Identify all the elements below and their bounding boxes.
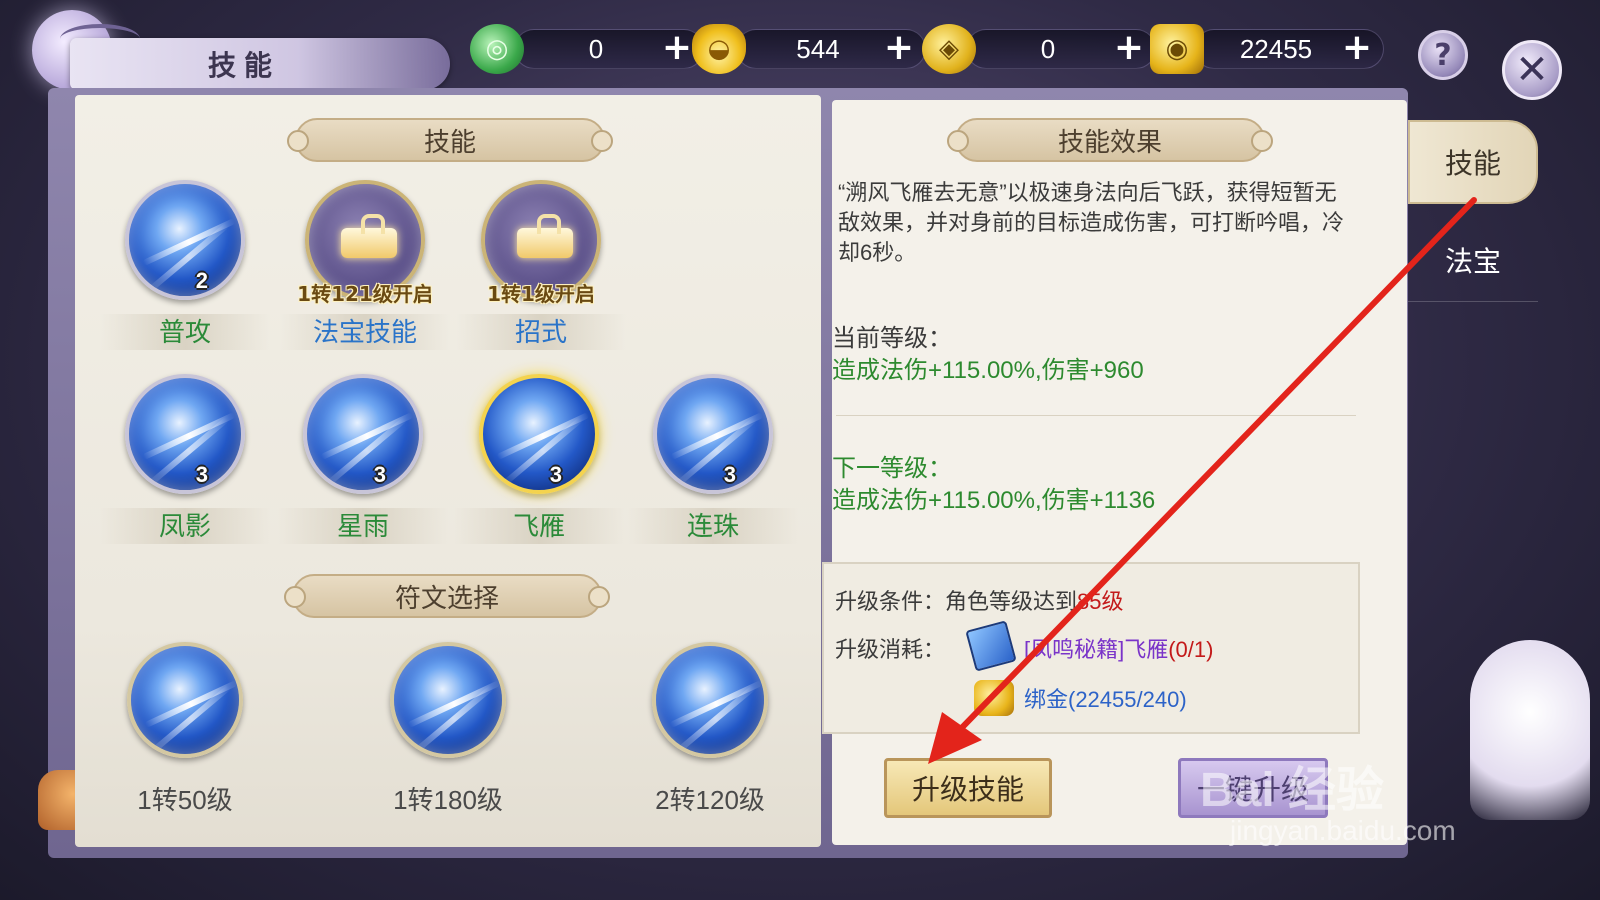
upgrade-cost-label: 升级消耗： (835, 637, 946, 662)
skill-lianzhu[interactable]: 3 连珠 (628, 374, 798, 544)
rune-icon (390, 642, 506, 758)
current-level-effect: 造成法伤+115.00%,伤害+960 (832, 357, 1144, 384)
skill-icon-xingyu (303, 374, 423, 494)
skill-level-badge: 3 (195, 462, 208, 487)
add-coin-button[interactable]: + (1109, 30, 1149, 66)
skill-icon-fengying (125, 374, 245, 494)
skill-feiyan[interactable]: 3 飞雁 (454, 374, 624, 544)
coin-icon: ◈ (922, 24, 976, 74)
skill-magic-treasure[interactable]: 1转121级开启 法宝技能 (280, 180, 450, 350)
currency-value: 0 (1040, 33, 1056, 64)
rune-selection-header: 符文选择 (284, 574, 610, 618)
lock-icon (517, 214, 573, 258)
watermark-brand: Bai 经验 (1200, 764, 1385, 817)
rune-option-1[interactable]: 1转50级 (85, 642, 285, 817)
skill-name: 普攻 (100, 314, 270, 350)
rune-requirement: 1转50级 (137, 785, 233, 815)
condition-text: 角色等级达到 (945, 589, 1078, 614)
skill-description: “溯风飞雁去无意”以极速身法向后飞跃，获得短暂无敌效果，并对身前的目标造成伤害，… (838, 180, 1345, 265)
skill-icon-feiyan (479, 374, 599, 494)
skill-name: 星雨 (278, 508, 448, 544)
add-ingot-button[interactable]: + (879, 30, 919, 66)
rune-icon (127, 642, 243, 758)
add-jade-button[interactable]: + (657, 30, 697, 66)
cost-item[interactable]: [凤鸣秘籍]飞雁(0/1) (1024, 632, 1213, 664)
help-button[interactable]: ? (1418, 30, 1468, 80)
skill-level-badge: 2 (195, 268, 208, 293)
skill-level-badge: 3 (373, 462, 386, 487)
watermark-url: jingyan.baidu.com (1230, 815, 1456, 846)
window-title: 技能 (208, 49, 281, 82)
skill-name: 连珠 (628, 508, 798, 544)
currency-gold-ingot: ◒ 544 + (692, 24, 926, 74)
jade-icon: ◎ (470, 24, 524, 74)
skill-xingyu[interactable]: 3 星雨 (278, 374, 448, 544)
skill-level-badge: 3 (549, 462, 562, 487)
skill-icon-lianzhu (653, 374, 773, 494)
divider (836, 415, 1356, 416)
skill-moves[interactable]: 1转1级开启 招式 (456, 180, 626, 350)
currency-jade: ◎ 0 + (470, 24, 704, 74)
skills-header: 技能 (287, 118, 613, 162)
rune-requirement: 1转180级 (393, 785, 503, 815)
currency-coin: ◈ 0 + (922, 24, 1156, 74)
skill-name: 法宝技能 (280, 314, 450, 350)
next-level-title: 下一等级： (832, 455, 952, 482)
close-button[interactable]: ✕ (1502, 40, 1562, 100)
skill-name: 飞雁 (454, 508, 624, 544)
cost-item-name: [凤鸣秘籍]飞雁 (1024, 637, 1169, 662)
gold-ingot-icon: ◒ (692, 24, 746, 74)
skill-fengying[interactable]: 3 凤影 (100, 374, 270, 544)
skill-level-badge: 3 (723, 462, 736, 487)
condition-level: 85级 (1077, 589, 1124, 614)
skill-icon-normal-attack (125, 180, 245, 300)
upgrade-skill-button[interactable]: 升级技能 (884, 758, 1052, 818)
current-level-title: 当前等级： (832, 325, 952, 352)
unlock-requirement: 1转1级开启 (487, 282, 595, 306)
fox-spirit-decoration (1470, 640, 1590, 820)
skill-name: 招式 (456, 314, 626, 350)
tab-magic-treasure[interactable]: 法宝 (1408, 218, 1538, 302)
pavilion-decoration (60, 24, 140, 54)
skill-effect-header: 技能效果 (947, 118, 1273, 162)
next-level-effect: 造成法伤+115.00%,伤害+1136 (832, 487, 1156, 514)
lock-icon (341, 214, 397, 258)
currency-value: 0 (588, 33, 604, 64)
rune-requirement: 2转120级 (655, 785, 765, 815)
bound-gold-icon (974, 680, 1014, 716)
top-bar: 技能 ◎ 0 + ◒ 544 + ◈ 0 + ◉ 22455 + ? ✕ (0, 0, 1600, 100)
currency-value: 544 (796, 33, 840, 64)
currency-bound-gold: ◉ 22455 + (1150, 24, 1384, 74)
cost-gold: 绑金(22455/240) (1024, 687, 1187, 712)
unlock-requirement: 1转121级开启 (297, 282, 433, 306)
upgrade-condition: 升级条件：角色等级达到85级 (835, 584, 1124, 616)
skill-normal-attack[interactable]: 2 普攻 (100, 180, 270, 350)
bound-gold-icon: ◉ (1150, 24, 1204, 74)
cost-item-count: (0/1) (1168, 637, 1214, 662)
skill-name: 凤影 (100, 508, 270, 544)
tab-skills[interactable]: 技能 (1408, 120, 1538, 204)
rune-icon (652, 642, 768, 758)
add-bound-gold-button[interactable]: + (1337, 30, 1377, 66)
condition-label: 升级条件： (835, 589, 946, 614)
rune-option-3[interactable]: 2转120级 (610, 642, 810, 817)
currency-value: 22455 (1239, 33, 1313, 64)
rune-option-2[interactable]: 1转180级 (348, 642, 548, 817)
